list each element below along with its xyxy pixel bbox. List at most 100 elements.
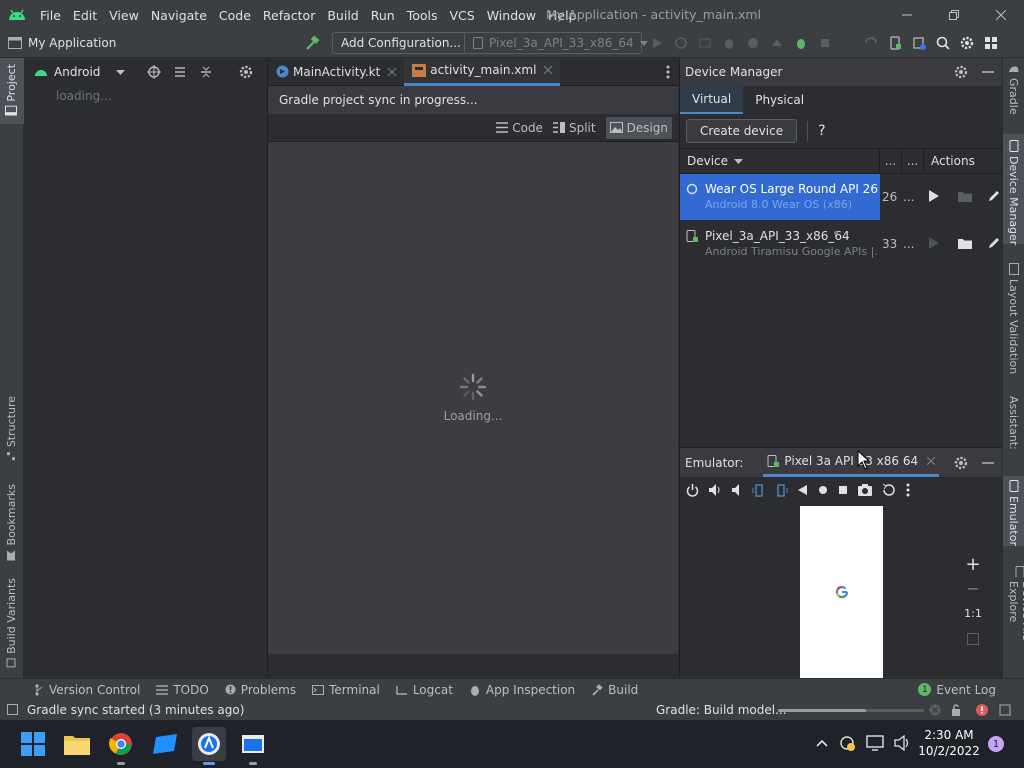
menu-file[interactable]: File xyxy=(34,8,67,23)
panel-settings-gear-icon[interactable] xyxy=(239,65,253,79)
network-display-icon[interactable] xyxy=(866,735,884,751)
tab-physical[interactable]: Physical xyxy=(743,86,816,114)
menu-navigate[interactable]: Navigate xyxy=(145,8,213,23)
edit-pencil-icon[interactable] xyxy=(988,237,1000,249)
stop-icon[interactable] xyxy=(818,36,832,50)
background-task-label[interactable]: Gradle: Build model... xyxy=(656,703,787,717)
lock-icon[interactable] xyxy=(951,704,961,716)
notification-badge[interactable]: 1 xyxy=(988,736,1004,752)
menu-window[interactable]: Window xyxy=(481,8,542,23)
assistant-tool-button[interactable]: Assistant: xyxy=(1007,396,1020,450)
power-icon[interactable] xyxy=(686,483,699,497)
hammer-icon[interactable] xyxy=(304,35,320,51)
design-canvas[interactable]: Loading... xyxy=(268,142,678,654)
code-mode-button[interactable]: Code xyxy=(496,121,543,135)
rotate-left-icon[interactable] xyxy=(752,483,765,497)
menu-build[interactable]: Build xyxy=(321,8,364,23)
status-message[interactable]: Gradle sync started (3 minutes ago) xyxy=(27,703,244,717)
more-options-icon[interactable] xyxy=(906,483,910,497)
zoom-fit-icon[interactable] xyxy=(958,626,988,652)
emulator-device-tab[interactable]: Pixel 3a API 33 x86 64 xyxy=(763,448,940,477)
apply-changes-icon[interactable] xyxy=(698,36,712,50)
volume-down-icon[interactable] xyxy=(732,484,742,496)
search-icon[interactable] xyxy=(936,36,950,50)
emulator-tool-button[interactable]: Emulator xyxy=(1007,480,1020,546)
minimize-button[interactable] xyxy=(884,0,930,30)
zoom-actual-size-button[interactable]: 1:1 xyxy=(958,600,988,626)
layout-validation-tool-button[interactable]: Layout Validation xyxy=(1007,263,1020,374)
tab-main-activity[interactable]: MainActivity.kt xyxy=(268,58,404,86)
close-tab-icon[interactable] xyxy=(544,66,553,74)
rerun-icon[interactable] xyxy=(674,36,688,50)
menu-refactor[interactable]: Refactor xyxy=(257,8,321,23)
structure-tool-button[interactable]: Structure xyxy=(5,396,18,461)
split-mode-button[interactable]: Split xyxy=(552,121,596,135)
logcat-tool-button[interactable]: Logcat xyxy=(388,683,461,697)
bookmarks-tool-button[interactable]: Bookmarks xyxy=(5,484,18,561)
chrome-browser-icon[interactable] xyxy=(104,727,138,765)
toggle-tool-windows-icon[interactable] xyxy=(7,704,18,715)
windows-app-icon[interactable] xyxy=(148,727,182,761)
gradle-tool-button[interactable]: Gradle xyxy=(1007,64,1020,115)
close-tab-icon[interactable] xyxy=(927,457,936,465)
clock[interactable]: 2:30 AM 10/2/2022 xyxy=(914,727,984,759)
folder-icon[interactable] xyxy=(958,191,972,202)
device-row-wear-os[interactable]: Wear OS Large Round API 26 Android 8.0 W… xyxy=(680,174,1002,220)
volume-up-icon[interactable] xyxy=(709,484,722,496)
menu-edit[interactable]: Edit xyxy=(67,8,103,23)
create-device-button[interactable]: Create device xyxy=(686,119,798,143)
event-log-tool-button[interactable]: 1 Event Log xyxy=(910,683,1004,697)
android-debug-icon[interactable] xyxy=(794,36,808,50)
menu-tools[interactable]: Tools xyxy=(401,8,444,23)
collapse-all-icon[interactable] xyxy=(199,65,213,79)
device-selector[interactable]: Pixel_3a_API_33_x86_64 xyxy=(464,32,648,54)
window-app-icon[interactable] xyxy=(236,727,270,765)
attach-debugger-icon[interactable] xyxy=(770,36,784,50)
chevron-up-icon[interactable] xyxy=(816,739,828,747)
emulator-screen[interactable] xyxy=(800,506,883,678)
overview-icon[interactable] xyxy=(838,485,848,495)
profile-icon[interactable] xyxy=(746,36,760,50)
menu-run[interactable]: Run xyxy=(365,8,401,23)
file-explorer-icon[interactable] xyxy=(60,727,94,761)
build-tool-button[interactable]: Build xyxy=(583,683,646,697)
cancel-task-icon[interactable] xyxy=(929,704,941,716)
home-icon[interactable] xyxy=(818,485,828,495)
device-manager-settings-icon[interactable] xyxy=(954,65,968,79)
edit-pencil-icon[interactable] xyxy=(988,190,1000,202)
memory-indicator-icon[interactable] xyxy=(999,704,1011,716)
problems-tool-button[interactable]: Problems xyxy=(217,683,304,697)
app-inspection-tool-button[interactable]: App Inspection xyxy=(461,683,583,697)
zoom-out-button[interactable]: − xyxy=(958,576,988,600)
column-size[interactable]: ... xyxy=(902,149,924,173)
version-control-tool-button[interactable]: Version Control xyxy=(26,683,148,697)
column-actions[interactable]: Actions xyxy=(924,154,975,168)
back-icon[interactable] xyxy=(798,485,808,495)
debug-icon[interactable] xyxy=(722,36,736,50)
tab-activity-main[interactable]: activity_main.xml xyxy=(404,57,561,86)
project-tool-button[interactable]: Project xyxy=(5,64,18,116)
expand-all-icon[interactable] xyxy=(173,65,187,79)
menu-view[interactable]: View xyxy=(103,8,145,23)
column-api[interactable]: ... xyxy=(880,149,902,173)
screenshot-camera-icon[interactable] xyxy=(858,484,872,496)
column-device[interactable]: Device xyxy=(680,149,880,173)
device-file-explorer-tool-button[interactable]: Device File Explore xyxy=(1007,566,1024,678)
settings-gear-icon[interactable] xyxy=(960,36,974,50)
project-breadcrumb[interactable]: My Application xyxy=(8,36,116,50)
device-manager-icon[interactable] xyxy=(888,36,902,50)
windows-start-icon[interactable] xyxy=(16,727,50,761)
launch-play-icon[interactable] xyxy=(928,237,939,249)
error-indicator-icon[interactable] xyxy=(976,704,988,716)
locate-icon[interactable] xyxy=(147,65,162,79)
chevron-down-icon[interactable] xyxy=(116,69,126,75)
run-icon[interactable] xyxy=(650,36,664,50)
tab-menu-icon[interactable] xyxy=(666,65,670,79)
hide-panel-icon[interactable] xyxy=(982,461,994,464)
help-button[interactable]: ? xyxy=(818,123,825,139)
hide-panel-icon[interactable] xyxy=(982,71,994,73)
volume-icon[interactable] xyxy=(894,735,912,751)
project-view-select[interactable]: Android xyxy=(54,65,100,79)
folder-icon[interactable] xyxy=(958,238,972,249)
build-variants-tool-button[interactable]: Build Variants xyxy=(5,578,18,668)
